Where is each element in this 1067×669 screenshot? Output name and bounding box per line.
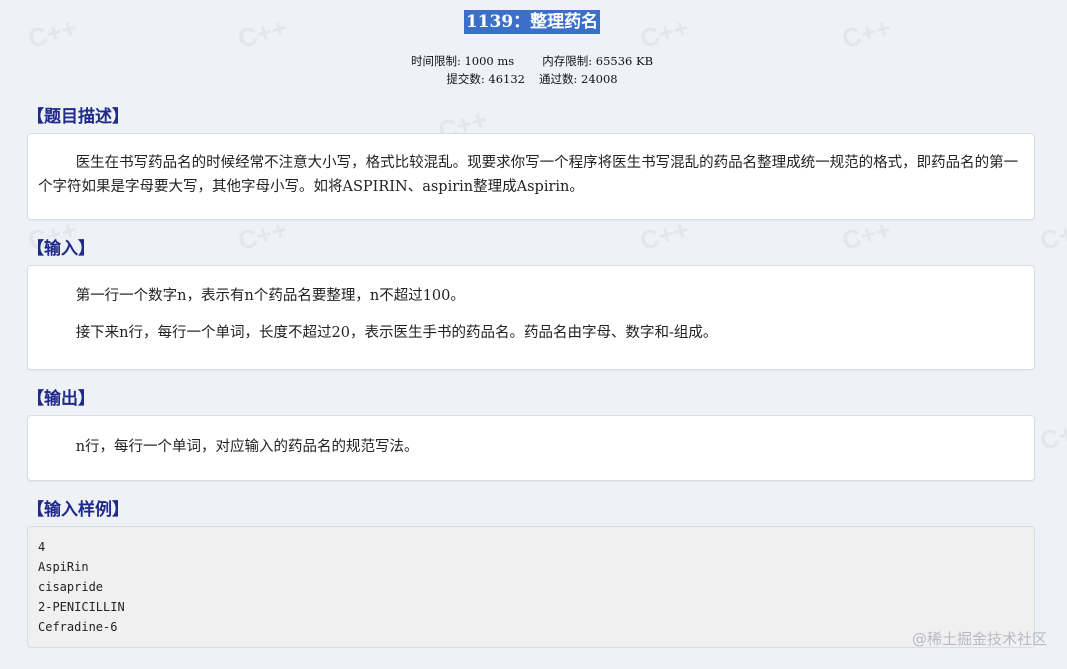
submission-count: 提交数: 46132 bbox=[446, 72, 525, 86]
sample-input-block: 4 AspiRin cisapride 2-PENICILLIN Cefradine-6 bbox=[27, 526, 1035, 648]
description-card: 医生在书写药品名的时候经常不注意大小写，格式比较混乱。现要求你写一个程序将医生书… bbox=[27, 133, 1035, 220]
sample-input-line: 2-PENICILLIN bbox=[38, 600, 125, 614]
juejin-watermark: @稀土掘金技术社区 bbox=[911, 630, 1047, 648]
output-text: n行，每行一个单词，对应输入的药品名的规范写法。 bbox=[75, 439, 419, 455]
input-heading: 【输入】 bbox=[27, 239, 95, 259]
problem-title: 1139：整理药名 bbox=[463, 10, 601, 34]
time-limit: 时间限制: 1000 ms bbox=[410, 54, 515, 68]
input-line-1: 第一行一个数字n，表示有n个药品名要整理，n不超过100。 bbox=[75, 288, 465, 304]
sample-input-heading: 【输入样例】 bbox=[27, 500, 129, 520]
accepted-count: 通过数: 24008 bbox=[539, 72, 618, 86]
sample-input-line: cisapride bbox=[38, 580, 104, 594]
sample-input-line: Cefradine-6 bbox=[38, 620, 118, 634]
input-card: 第一行一个数字n，表示有n个药品名要整理，n不超过100。 接下来n行，每行一个… bbox=[27, 265, 1035, 370]
output-card: n行，每行一个单词，对应输入的药品名的规范写法。 bbox=[27, 415, 1035, 481]
sample-input-line: AspiRin bbox=[38, 560, 89, 574]
problem-page: 1139：整理药名 时间限制: 1000 ms 内存限制: 65536 KB 提交… bbox=[0, 0, 1067, 648]
memory-limit: 内存限制: 65536 KB bbox=[542, 54, 654, 68]
sample-input-line: 4 bbox=[38, 540, 46, 554]
input-line-2: 接下来n行，每行一个单词，长度不超过20，表示医生手书的药品名。药品名由字母、数… bbox=[75, 325, 718, 341]
description-text: 医生在书写药品名的时候经常不注意大小写，格式比较混乱。现要求你写一个程序将医生书… bbox=[38, 155, 1019, 195]
problem-limits: 时间限制: 1000 ms 内存限制: 65536 KB 提交数: 46132 通过… bbox=[27, 52, 1037, 88]
output-heading: 【输出】 bbox=[27, 389, 95, 409]
description-heading: 【题目描述】 bbox=[27, 107, 129, 127]
